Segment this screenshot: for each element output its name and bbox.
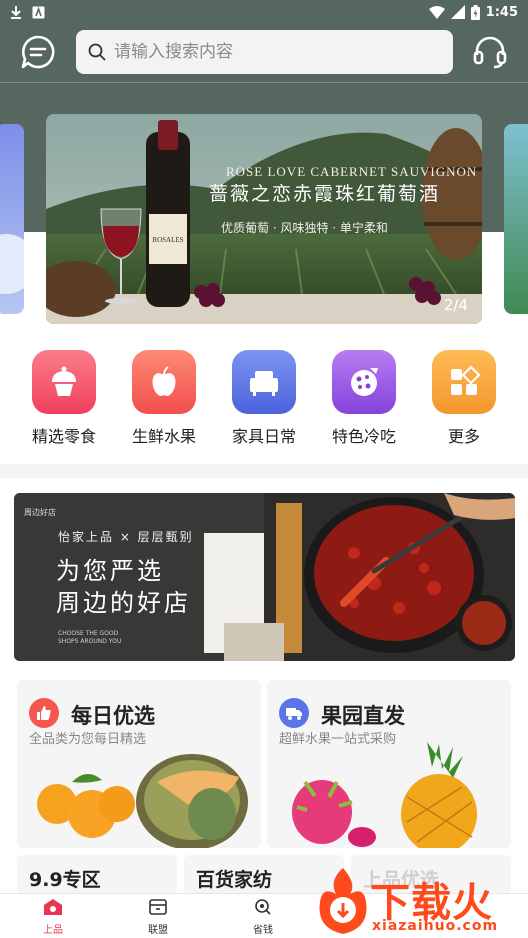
card-title: 果园直发: [321, 704, 405, 728]
carousel-next-slide[interactable]: [504, 124, 528, 314]
category-label: 精选零食: [31, 427, 96, 446]
category-furniture[interactable]: 家具日常: [224, 350, 304, 447]
download-icon: [11, 6, 21, 19]
promo-banner[interactable]: 周边好店 怡家上品 × 层层甄别 为您严选 周边的好店 CHOOSE THE G…: [14, 493, 515, 661]
promo-en-line1: CHOOSE THE GOOD: [58, 630, 119, 637]
wine-banner-image: ROSALES ROSE LOVE CABERNET SAUVIGNON 蔷薇之…: [46, 114, 482, 324]
promo-tag: 周边好店: [24, 507, 56, 517]
dragonfruit-pineapple-image: [292, 742, 477, 848]
promo-line2: 为您严选: [56, 557, 164, 585]
category-label: 更多: [447, 427, 480, 446]
tab-home[interactable]: 上品: [23, 898, 83, 936]
sofa-icon: [232, 350, 296, 414]
tab-alliance[interactable]: 联盟: [128, 898, 188, 936]
category-label: 家具日常: [231, 427, 296, 446]
app-notification-icon: [32, 6, 45, 18]
mini-card-9-9[interactable]: 9.9专区: [17, 855, 177, 895]
banner-title-en: ROSE LOVE CABERNET SAUVIGNON: [226, 164, 477, 179]
watermark-url: xiazaihuo.com: [372, 918, 499, 934]
apple-icon: [132, 350, 196, 414]
truck-icon: [279, 698, 309, 728]
category-label: 生鲜水果: [131, 427, 196, 446]
card-orchard-direct[interactable]: 果园直发 超鲜水果一站式采购: [267, 680, 511, 848]
tab-label: 省钱: [253, 925, 273, 936]
promo-line1: 怡家上品 × 层层甄别: [58, 529, 194, 544]
top-header: [0, 30, 528, 78]
home-icon: [44, 899, 62, 915]
customer-service-button[interactable]: [470, 32, 510, 72]
category-grid: 精选零食 生鲜水果 家具日常 特色冷吃 更多: [0, 350, 528, 450]
carousel-prev-slide[interactable]: [0, 124, 24, 314]
battery-icon: [470, 4, 480, 20]
pizza-icon: [332, 350, 396, 414]
search-icon: [88, 43, 106, 61]
thumbs-up-icon: [29, 698, 59, 728]
search-icon: [255, 899, 271, 915]
cupcake-icon: [32, 350, 96, 414]
watermark-logo: 下载火 xiazaihuo.com: [306, 862, 528, 938]
flame-logo-icon: [319, 868, 367, 934]
message-button[interactable]: [18, 32, 58, 72]
category-label: 特色冷吃: [331, 427, 396, 446]
header-divider: [0, 82, 528, 83]
signal-icon: [450, 5, 465, 19]
tab-label: 上品: [43, 925, 63, 936]
tab-save-money[interactable]: 省钱: [233, 898, 293, 936]
category-fruit[interactable]: 生鲜水果: [124, 350, 204, 447]
banner-tagline: 优质葡萄 · 风味独特 · 单宁柔和: [221, 220, 388, 235]
category-snacks[interactable]: 精选零食: [24, 350, 104, 447]
clock: 1:45: [485, 4, 518, 20]
card-daily-picks[interactable]: 每日优选 全品类为您每日精选: [17, 680, 261, 848]
carousel-indicator: 2/4: [443, 296, 468, 314]
chat-bubble-icon: [21, 35, 55, 69]
promo-en-line2: SHOPS AROUND YOU: [58, 638, 121, 645]
card-title: 每日优选: [71, 704, 155, 728]
headset-icon: [473, 36, 507, 69]
box-icon: [149, 899, 167, 915]
search-input[interactable]: [114, 42, 434, 62]
wifi-icon: [428, 5, 445, 19]
status-bar: 1:45: [0, 0, 528, 24]
mini-card-title: 9.9专区: [29, 869, 101, 891]
bottle-label: ROSALES: [152, 236, 183, 244]
banner-carousel[interactable]: ROSALES ROSE LOVE CABERNET SAUVIGNON 蔷薇之…: [46, 114, 482, 324]
category-cold-dishes[interactable]: 特色冷吃: [324, 350, 404, 447]
search-bar[interactable]: [76, 30, 453, 74]
tab-label: 联盟: [148, 925, 168, 936]
mini-card-title: 百货家纺: [196, 869, 273, 891]
category-more[interactable]: 更多: [424, 350, 504, 447]
section-divider: [0, 464, 528, 478]
hotpot-image: 周边好店 怡家上品 × 层层甄别 为您严选 周边的好店 CHOOSE THE G…: [14, 493, 515, 661]
peach-melon-image: [37, 754, 248, 848]
promo-line3: 周边的好店: [56, 589, 191, 617]
grid-icon: [432, 350, 496, 414]
banner-title-cn: 蔷薇之恋赤霞珠红葡萄酒: [209, 183, 440, 205]
